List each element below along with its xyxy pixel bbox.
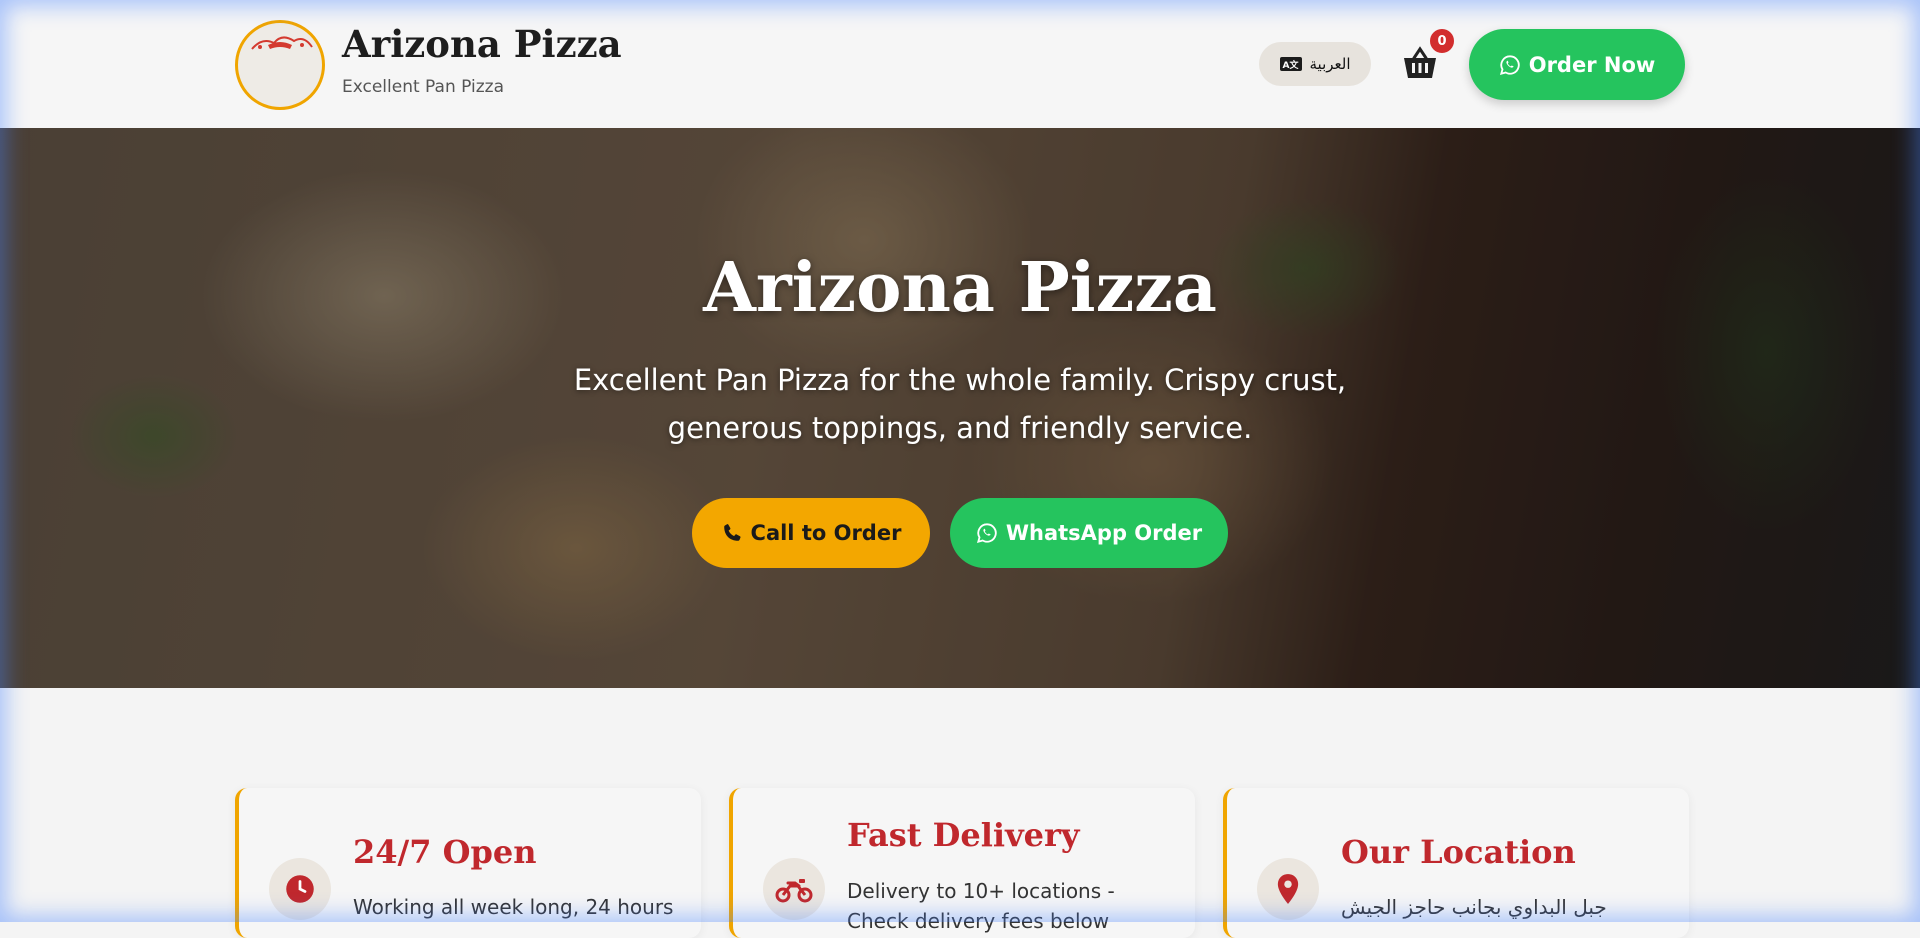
logo-artwork [251, 36, 313, 50]
whatsapp-order-label: WhatsApp Order [1005, 521, 1203, 545]
feature-title: Fast Delivery [847, 816, 1080, 854]
feature-text: جبل البداوي بجانب حاجز الجيش [1341, 895, 1607, 919]
order-now-button[interactable]: Order Now [1469, 29, 1685, 100]
hero-subtitle: Excellent Pan Pizza for the whole family… [560, 356, 1360, 452]
translate-icon: A文 [1279, 57, 1302, 71]
feature-card-delivery: Fast Delivery Delivery to 10+ locations … [729, 788, 1195, 938]
hero-subtitle-line-1: Excellent Pan Pizza for the whole family… [573, 363, 1347, 397]
language-label: العربية [1309, 55, 1351, 73]
map-pin-icon [1257, 858, 1319, 920]
logo[interactable] [235, 20, 325, 110]
feature-card-hours: 24/7 Open Working all week long, 24 hour… [235, 788, 701, 938]
motorcycle-icon [763, 858, 825, 920]
brand-subtitle: Excellent Pan Pizza [342, 77, 505, 97]
site-header: Arizona Pizza Excellent Pan Pizza A文 الع… [0, 0, 1920, 128]
hero-banner: Arizona Pizza Excellent Pan Pizza for th… [0, 128, 1920, 688]
feature-title: 24/7 Open [353, 833, 537, 871]
feature-card-location: Our Location جبل البداوي بجانب حاجز الجي… [1223, 788, 1689, 938]
language-switch-button[interactable]: A文 العربية [1259, 42, 1371, 86]
whatsapp-icon [1499, 54, 1520, 75]
call-to-order-label: Call to Order [750, 521, 902, 545]
order-now-label: Order Now [1528, 52, 1656, 77]
cart-count-badge: 0 [1428, 27, 1456, 55]
clock-icon [269, 858, 331, 920]
whatsapp-order-button[interactable]: WhatsApp Order [950, 498, 1228, 568]
call-to-order-button[interactable]: Call to Order [692, 498, 930, 568]
hero-title: Arizona Pizza [703, 248, 1217, 328]
phone-icon [723, 524, 741, 541]
feature-text: Delivery to 10+ locations - Check delive… [847, 879, 1115, 933]
whatsapp-icon [976, 523, 997, 544]
hero-subtitle-line-2: generous toppings, and friendly service. [667, 411, 1253, 445]
brand-title: Arizona Pizza [342, 22, 622, 66]
feature-title: Our Location [1341, 833, 1576, 871]
feature-text: Working all week long, 24 hours [353, 895, 674, 919]
